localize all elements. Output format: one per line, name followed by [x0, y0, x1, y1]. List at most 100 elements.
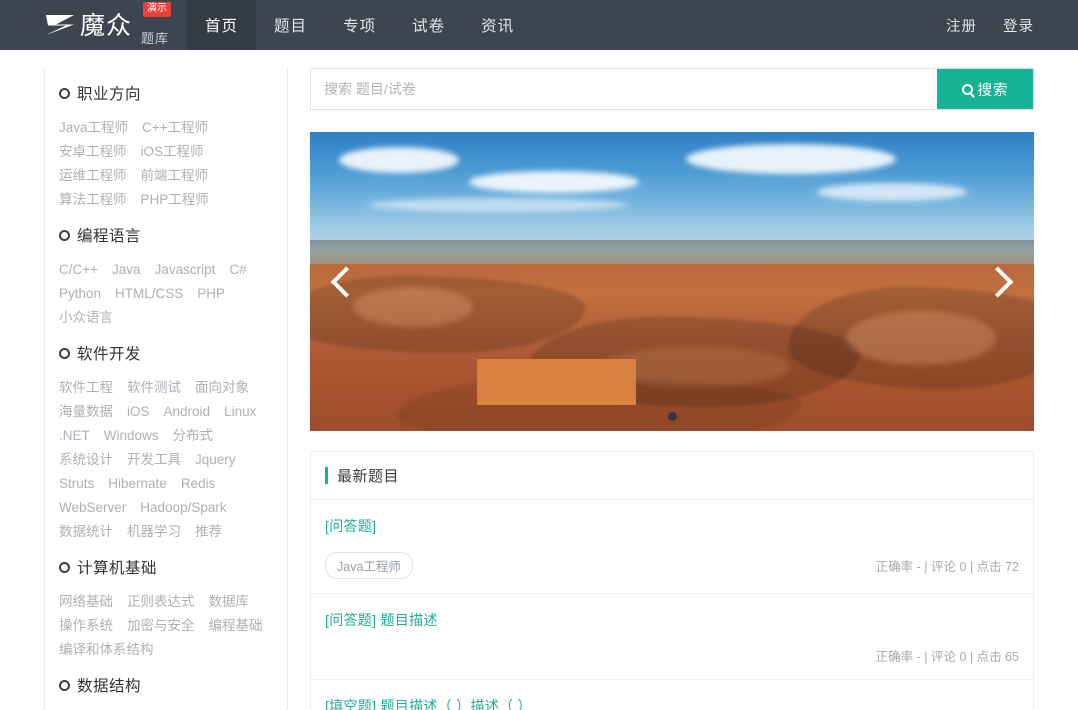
search-icon	[961, 83, 973, 95]
circle-icon	[59, 347, 70, 359]
search-input[interactable]	[311, 69, 937, 109]
sidebar-tag-link[interactable]: 面向对象	[195, 376, 249, 400]
sidebar-category: 软件开发软件工程 软件测试 面向对象海量数据 iOS Android Linux .NET W…	[45, 342, 287, 544]
sidebar-tag-link[interactable]: Java工程师	[59, 116, 128, 140]
carousel-dot[interactable]	[667, 412, 677, 421]
question-title-link[interactable]: [问答题]	[325, 516, 376, 536]
sidebar-tag-link[interactable]: Java	[112, 258, 141, 282]
question-tag-pill[interactable]: Java工程师	[325, 552, 413, 579]
sidebar-tag-link[interactable]: 安卓工程师	[59, 140, 127, 164]
sidebar-tag-link[interactable]: 算法工程师	[59, 188, 127, 212]
sidebar-tag-link[interactable]: PHP工程师	[141, 188, 209, 212]
sidebar-category-label: 编程语言	[77, 228, 142, 245]
panel-header: 最新题目	[311, 452, 1033, 500]
sidebar-category-label: 数据结构	[77, 678, 142, 695]
brand-name: 魔众	[80, 10, 133, 40]
sidebar-category-label: 软件开发	[77, 346, 142, 363]
sidebar-tag-link[interactable]: 分布式	[173, 424, 214, 448]
sidebar-tag-link[interactable]: 小众语言	[59, 306, 113, 330]
sidebar-tag-link[interactable]: iOS工程师	[141, 140, 204, 164]
sidebar-tag-link[interactable]: C/C++	[59, 258, 98, 282]
sidebar-tag-link[interactable]: 编程基础	[209, 614, 263, 638]
sidebar-tag-link[interactable]: 软件工程	[59, 376, 113, 400]
carousel-slide-image	[310, 132, 1034, 431]
sidebar-tag-link[interactable]: 系统设计	[59, 448, 113, 472]
nav-item-special[interactable]: 专项	[325, 0, 394, 50]
top-header: 魔众 题库 演示 首页 题目 专项 试卷 资讯 注册 登录	[0, 0, 1078, 50]
sidebar-tag-link[interactable]: 前端工程师	[141, 164, 209, 188]
main-column: 搜索 题目/试卷 搜索 最新题目 [问答题] Java工程师 正确率 - | 评…	[310, 68, 1034, 710]
sidebar-tag-link[interactable]: Windows	[104, 424, 159, 448]
sidebar-tag-link[interactable]: Hadoop/Spark	[140, 496, 226, 520]
sidebar-tag-link[interactable]: .NET	[59, 424, 90, 448]
sidebar-tag-link[interactable]: 操作系统	[59, 614, 113, 638]
sidebar-tag-link[interactable]: 海量数据	[59, 400, 113, 424]
sidebar-tag-link[interactable]: 软件测试	[127, 376, 181, 400]
sidebar-tag-link[interactable]: 机器学习	[127, 520, 181, 544]
sidebar-tag-link[interactable]: C++工程师	[142, 116, 208, 140]
sidebar-tag-link[interactable]: Redis	[181, 472, 216, 496]
main-navigation: 首页 题目 专项 试卷 资讯	[187, 0, 532, 50]
sidebar-tag-link[interactable]: 运维工程师	[59, 164, 127, 188]
category-sidebar: 职业方向 Java工程师 C++工程师 安卓工程师 iOS工程师 运维工程师 前端工程师 算法…	[44, 68, 288, 710]
carousel-next-button[interactable]	[980, 256, 1020, 308]
sidebar-tag-link[interactable]: 开发工具	[127, 448, 181, 472]
page-body: 职业方向 Java工程师 C++工程师 安卓工程师 iOS工程师 运维工程师 前端工程师 算法…	[0, 50, 1078, 710]
sidebar-tag-link[interactable]: 正则表达式	[127, 590, 195, 614]
sidebar-category: 数据结构	[45, 674, 287, 708]
sidebar-tag-link[interactable]: Python	[59, 282, 101, 306]
nav-item-topics[interactable]: 题目	[256, 0, 325, 50]
rock-highlight	[845, 311, 996, 366]
sidebar-tag-link[interactable]: iOS	[127, 400, 150, 424]
sidebar-tag-link[interactable]: Javascript	[155, 258, 216, 282]
question-title-link[interactable]: [填空题] 题目描述（ ）描述（ ）	[325, 696, 532, 710]
sidebar-tag-link[interactable]: 编译和体系结构	[59, 638, 154, 662]
sidebar-category-title: 软件开发	[59, 342, 273, 364]
nav-item-home[interactable]: 首页	[187, 0, 257, 50]
sidebar-category: 编程语言 C/C++ Java Javascript C# Python HTML/CSS P…	[45, 224, 287, 330]
sidebar-category-title: 编程语言	[59, 224, 273, 246]
sidebar-tag-link[interactable]: PHP	[197, 282, 225, 306]
sidebar-tag-link[interactable]: 数据库	[209, 590, 250, 614]
sidebar-category: 职业方向 Java工程师 C++工程师 安卓工程师 iOS工程师 运维工程师 前端工程师 算法…	[45, 82, 287, 212]
nav-item-papers[interactable]: 试卷	[394, 0, 463, 50]
question-type-label: [问答题]	[325, 612, 377, 628]
carousel-prev-button[interactable]	[324, 256, 364, 308]
sidebar-tag-link[interactable]: Android	[164, 400, 211, 424]
question-meta: 正确率 - | 评论 0 | 点击 65	[325, 646, 1019, 679]
sidebar-tag-link[interactable]: WebServer	[59, 496, 126, 520]
hero-carousel[interactable]	[310, 132, 1034, 431]
question-stats: 正确率 - | 评论 0 | 点击 72	[875, 560, 1019, 574]
sidebar-tag-link[interactable]: 数据统计	[59, 520, 113, 544]
sidebar-tag-link[interactable]: 网络基础	[59, 590, 113, 614]
sidebar-tag-link[interactable]: HTML/CSS	[115, 282, 183, 306]
search-button[interactable]: 搜索	[937, 69, 1033, 109]
overlay-block	[477, 359, 636, 405]
sidebar-tag-link[interactable]: Struts	[59, 472, 94, 496]
sidebar-tag-link[interactable]: 加密与安全	[127, 614, 195, 638]
cloud-shape	[367, 197, 628, 212]
brand-logo[interactable]: 魔众 题库 演示	[0, 0, 187, 50]
question-list-item: [问答题] 题目描述正确率 - | 评论 0 | 点击 65	[311, 593, 1033, 679]
sidebar-category-label: 职业方向	[77, 86, 142, 103]
sidebar-tag-link[interactable]: C#	[229, 258, 246, 282]
sidebar-tag-link[interactable]: 推荐	[195, 520, 222, 544]
nav-item-news[interactable]: 资讯	[463, 0, 532, 50]
login-link[interactable]: 登录	[1003, 15, 1034, 36]
sidebar-tag-group: C/C++ Java Javascript C# Python HTML/CSS PHP 小众…	[59, 258, 273, 330]
user-navigation: 注册 登录	[920, 0, 1078, 50]
sidebar-tag-group: Java工程师 C++工程师 安卓工程师 iOS工程师 运维工程师 前端工程师 算法工程师 P…	[59, 116, 273, 212]
question-title-link[interactable]: [问答题] 题目描述	[325, 610, 438, 630]
sidebar-tag-link[interactable]: Linux	[224, 400, 256, 424]
cloud-shape	[338, 146, 459, 173]
question-list-item: [填空题] 题目描述（ ）描述（ ）	[311, 679, 1033, 710]
accent-bar	[325, 467, 328, 484]
register-link[interactable]: 注册	[946, 15, 977, 36]
demo-badge: 演示	[143, 2, 171, 17]
sidebar-category-title: 职业方向	[59, 82, 273, 104]
sidebar-tag-link[interactable]: Jquery	[195, 448, 236, 472]
chevron-right-icon	[982, 265, 1014, 298]
question-meta: Java工程师 正确率 - | 评论 0 | 点击 72	[325, 552, 1019, 593]
sidebar-tag-link[interactable]: Hibernate	[108, 472, 167, 496]
chevron-left-icon	[330, 265, 362, 298]
